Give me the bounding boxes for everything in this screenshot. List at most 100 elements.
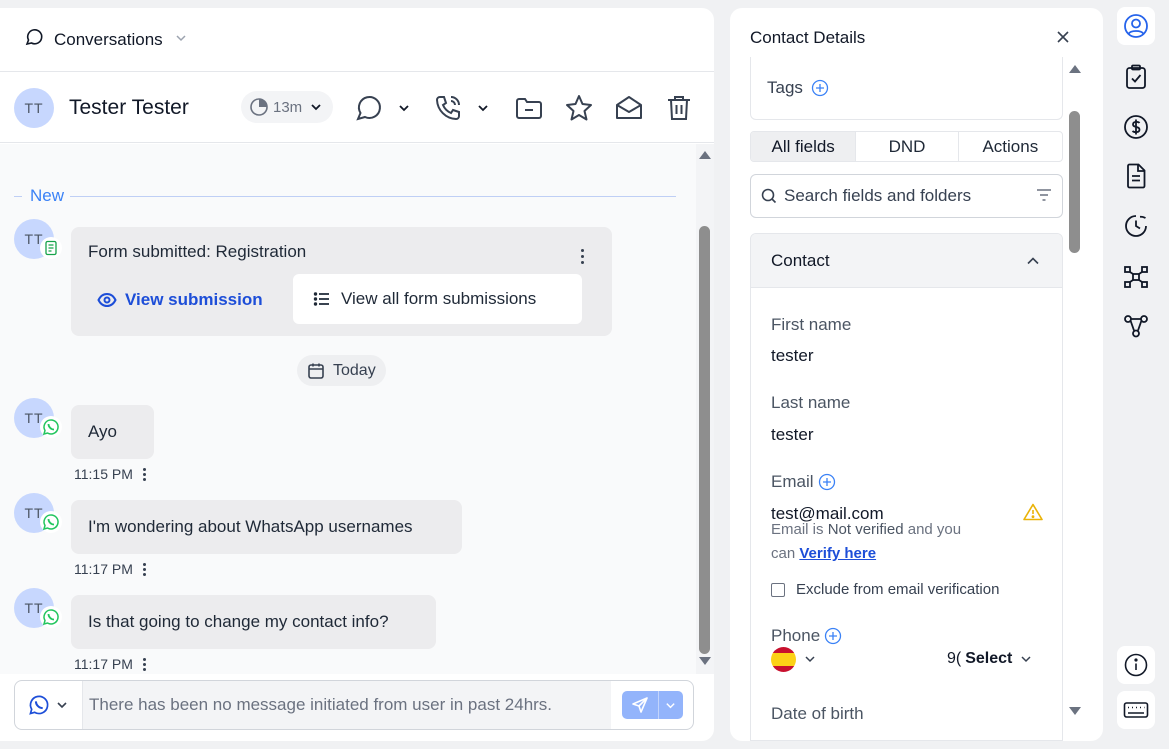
history-tab-button[interactable] xyxy=(1117,207,1155,245)
email-label-row: Email xyxy=(771,472,836,492)
first-name-value[interactable]: tester xyxy=(771,346,814,366)
call-dropdown-button[interactable] xyxy=(433,93,489,123)
view-all-label: View all form submissions xyxy=(341,289,537,308)
network-tab-button[interactable] xyxy=(1117,258,1155,296)
keyboard-shortcuts-button[interactable] xyxy=(1117,691,1155,729)
phone-code-select[interactable]: 9( Select xyxy=(947,650,1032,668)
view-submission-button[interactable]: View submission xyxy=(97,290,263,310)
contact-tab-button[interactable] xyxy=(1117,7,1155,45)
whatsapp-badge xyxy=(40,511,62,533)
contact-details-title: Contact Details xyxy=(750,28,866,47)
search-fields-input[interactable]: Search fields and folders xyxy=(750,174,1063,218)
chevron-down-icon xyxy=(399,105,409,112)
phone-label-row: Phone xyxy=(771,626,842,646)
more-icon[interactable] xyxy=(142,562,146,576)
spain-flag-icon[interactable] xyxy=(771,646,796,672)
phone-code: 9( xyxy=(947,650,962,667)
more-icon[interactable] xyxy=(142,657,146,671)
whatsapp-icon xyxy=(29,695,49,715)
contact-section-header[interactable]: Contact xyxy=(751,234,1062,288)
channel-dropdown-button[interactable] xyxy=(354,93,410,123)
mark-read-button[interactable] xyxy=(614,93,644,123)
more-icon[interactable] xyxy=(581,249,584,264)
message-bubble: Is that going to change my contact info? xyxy=(71,595,436,649)
payments-tab-button[interactable] xyxy=(1117,108,1155,146)
message-list: New TT Form submitted: Registration View… xyxy=(0,144,696,674)
info-button[interactable] xyxy=(1117,646,1155,684)
scrollbar-thumb[interactable] xyxy=(699,226,710,654)
note-text: can xyxy=(771,545,796,562)
contact-name[interactable]: Tester Tester xyxy=(69,96,189,120)
warning-icon xyxy=(1023,503,1043,521)
form-icon xyxy=(45,240,57,256)
chevron-down-icon xyxy=(57,702,67,709)
eye-icon xyxy=(97,292,117,308)
search-icon xyxy=(761,188,777,204)
network-icon xyxy=(1124,266,1148,288)
history-icon xyxy=(1125,215,1147,237)
chevron-down-icon[interactable] xyxy=(665,700,676,711)
date-chip: Today xyxy=(297,355,386,386)
details-tabs: All fields DND Actions xyxy=(750,131,1063,162)
star-icon xyxy=(566,95,592,121)
view-all-submissions-button[interactable]: View all form submissions xyxy=(293,274,582,324)
date-chip-label: Today xyxy=(333,361,376,379)
last-name-value[interactable]: tester xyxy=(771,425,814,445)
verify-here-link[interactable]: Verify here xyxy=(799,545,876,562)
tab-actions[interactable]: Actions xyxy=(959,132,1062,161)
trash-icon xyxy=(668,96,690,120)
delete-button[interactable] xyxy=(664,93,694,123)
channel-selector[interactable] xyxy=(15,681,83,729)
avatar[interactable]: TT xyxy=(14,87,54,128)
chevron-down-icon[interactable] xyxy=(175,31,187,49)
message-input[interactable]: There has been no message initiated from… xyxy=(83,681,611,729)
timer-pill[interactable]: 13m xyxy=(241,91,333,123)
contact-bar: TT Tester Tester 13m xyxy=(0,73,714,143)
exclude-checkbox[interactable] xyxy=(771,582,785,597)
chevron-down-icon xyxy=(311,104,321,111)
tab-all-fields[interactable]: All fields xyxy=(751,132,857,161)
filter-icon[interactable] xyxy=(1036,188,1052,202)
message-meta: 11:15 PM xyxy=(74,466,146,482)
conversations-title[interactable]: Conversations xyxy=(54,30,163,50)
clock-icon xyxy=(250,98,268,116)
list-icon xyxy=(313,292,329,306)
send-button[interactable] xyxy=(622,691,683,719)
form-submission-card: Form submitted: Registration View submis… xyxy=(71,227,612,336)
new-divider: New xyxy=(14,186,676,206)
more-icon[interactable] xyxy=(142,467,146,481)
tab-dnd[interactable]: DND xyxy=(856,132,959,161)
document-icon xyxy=(1127,163,1146,189)
documents-tab-button[interactable] xyxy=(1117,157,1155,195)
first-name-label: First name xyxy=(771,315,852,334)
whatsapp-icon xyxy=(42,514,59,531)
chat-icon xyxy=(24,27,44,52)
add-tag-icon[interactable] xyxy=(811,79,829,97)
conversation-pane: Conversations TT Tester Tester 13m New T… xyxy=(0,8,714,741)
move-folder-button[interactable] xyxy=(514,93,544,123)
add-phone-icon[interactable] xyxy=(824,627,842,645)
message-text: Is that going to change my contact info? xyxy=(88,612,389,631)
message-composer: There has been no message initiated from… xyxy=(14,680,694,730)
workflow-tab-button[interactable] xyxy=(1117,307,1155,345)
scrollbar-thumb[interactable] xyxy=(1069,111,1080,253)
search-placeholder: Search fields and folders xyxy=(784,186,972,205)
note-text: and you xyxy=(907,521,962,538)
message-meta: 11:17 PM xyxy=(74,561,146,577)
chevron-down-icon[interactable] xyxy=(804,653,816,665)
folder-icon xyxy=(516,98,542,119)
add-email-icon[interactable] xyxy=(818,473,836,491)
exclude-verification-row[interactable]: Exclude from email verification xyxy=(771,581,999,598)
message-time: 11:17 PM xyxy=(74,656,133,672)
chat-scrollbar[interactable] xyxy=(696,144,714,674)
tasks-tab-button[interactable] xyxy=(1117,58,1155,96)
phone-label: Phone xyxy=(771,626,821,645)
calendar-icon xyxy=(308,363,324,379)
close-icon[interactable] xyxy=(1056,30,1070,49)
email-label: Email xyxy=(771,472,814,491)
user-icon xyxy=(1124,14,1148,38)
message-time: 11:15 PM xyxy=(74,466,133,482)
tags-section: Tags xyxy=(750,57,1063,120)
star-button[interactable] xyxy=(564,93,594,123)
details-scrollbar[interactable] xyxy=(1066,57,1084,727)
